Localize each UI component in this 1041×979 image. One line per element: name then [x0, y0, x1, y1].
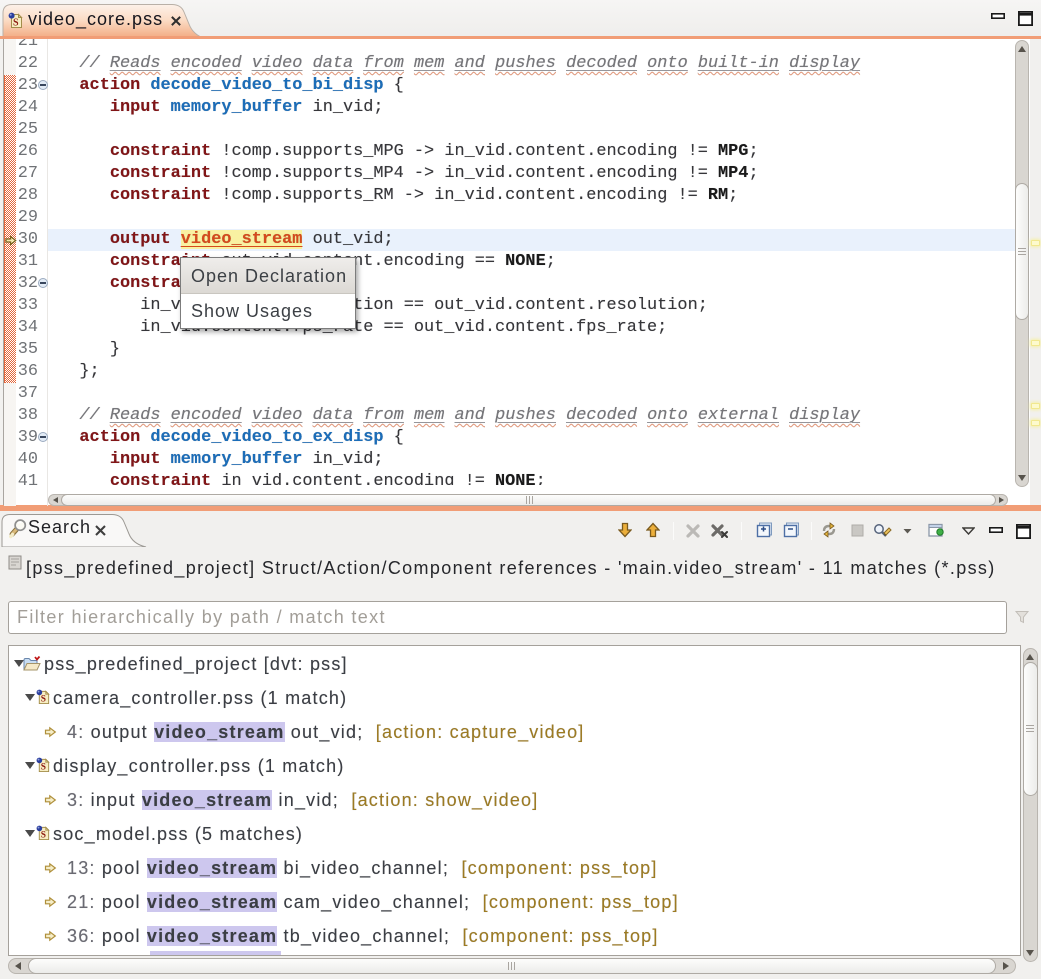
svg-text:S: S	[41, 831, 46, 841]
svg-text:S: S	[41, 695, 46, 705]
svg-text:S: S	[13, 18, 19, 29]
svg-text:S: S	[41, 763, 46, 773]
